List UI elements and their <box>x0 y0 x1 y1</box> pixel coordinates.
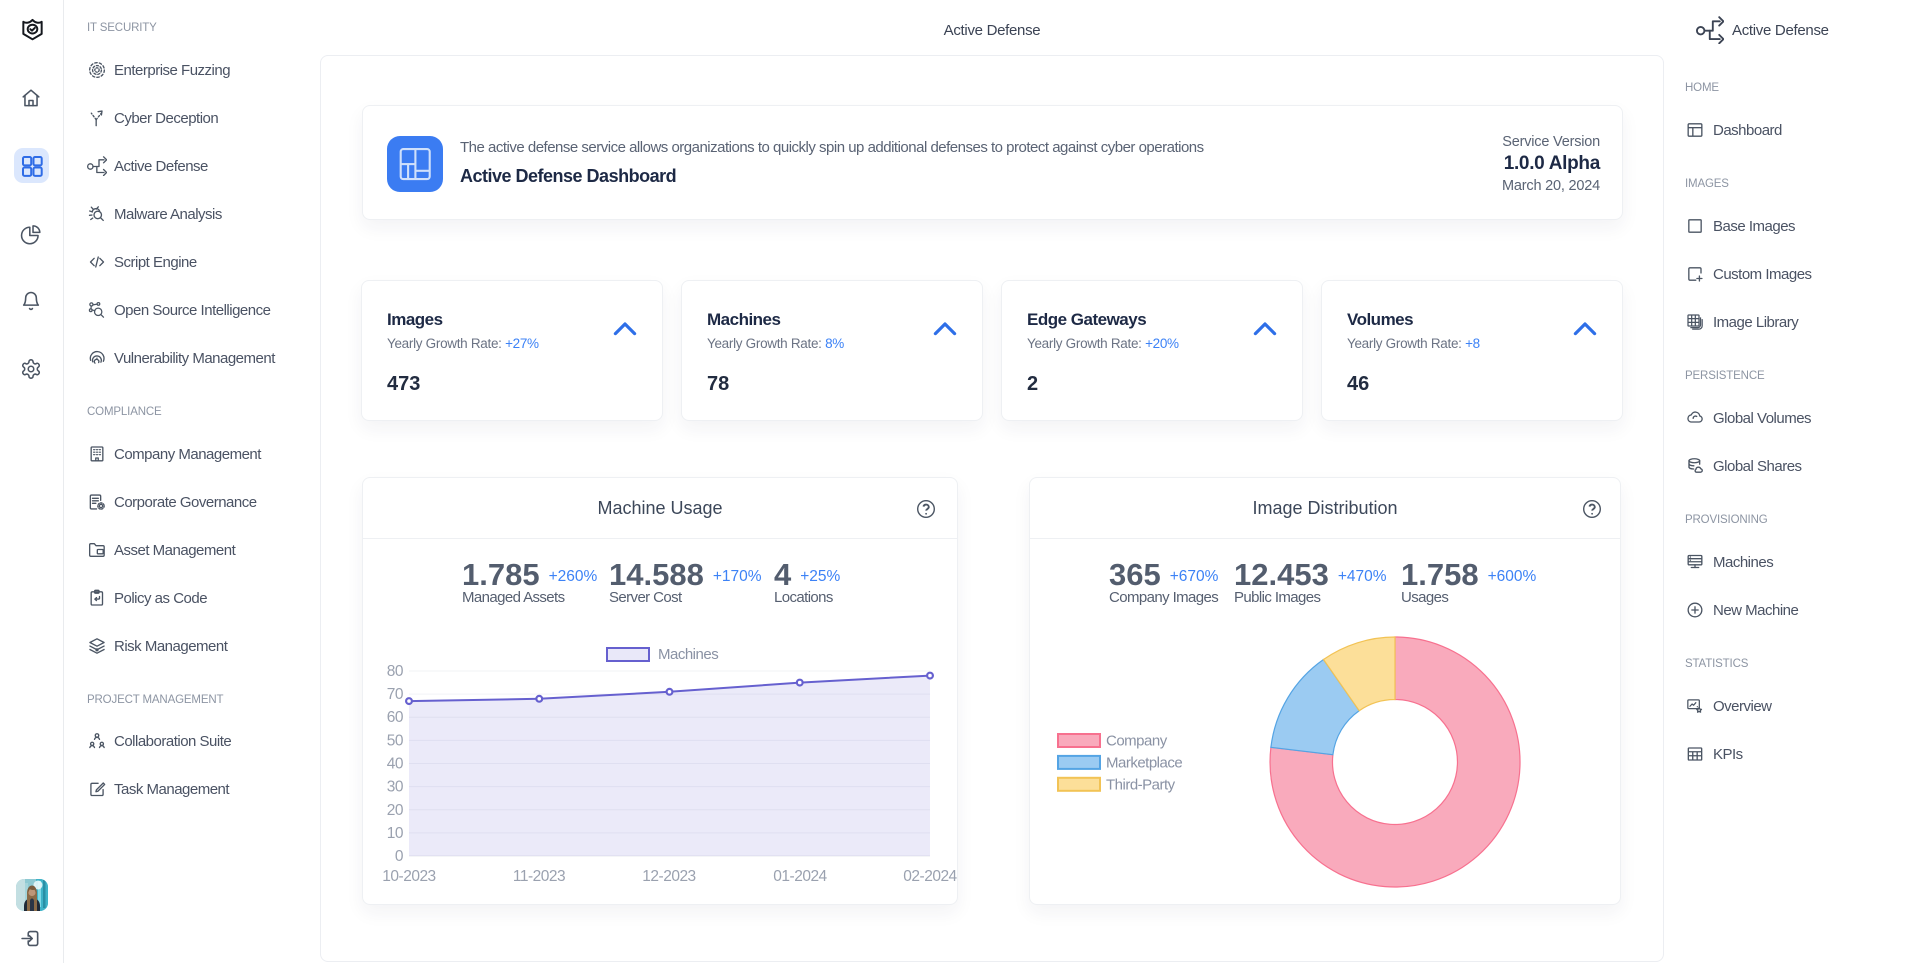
svg-text:0: 0 <box>395 848 404 865</box>
svg-text:01-2024: 01-2024 <box>773 868 827 885</box>
svg-text:Company: Company <box>1106 733 1168 750</box>
svg-text:11-2023: 11-2023 <box>513 868 565 885</box>
svg-text:12-2023: 12-2023 <box>642 868 695 885</box>
svg-text:70: 70 <box>387 686 404 703</box>
svg-text:02-2024: 02-2024 <box>903 868 957 885</box>
svg-text:30: 30 <box>387 779 404 796</box>
svg-text:Marketplace: Marketplace <box>1106 754 1182 771</box>
svg-text:20: 20 <box>387 802 404 819</box>
svg-text:10-2023: 10-2023 <box>382 868 435 885</box>
svg-text:60: 60 <box>387 709 404 726</box>
svg-text:Machines: Machines <box>658 646 718 663</box>
svg-text:50: 50 <box>387 732 404 749</box>
svg-text:Third-Party: Third-Party <box>1106 776 1176 793</box>
svg-text:10: 10 <box>387 825 404 842</box>
svg-text:80: 80 <box>387 663 404 680</box>
svg-text:40: 40 <box>387 756 404 773</box>
